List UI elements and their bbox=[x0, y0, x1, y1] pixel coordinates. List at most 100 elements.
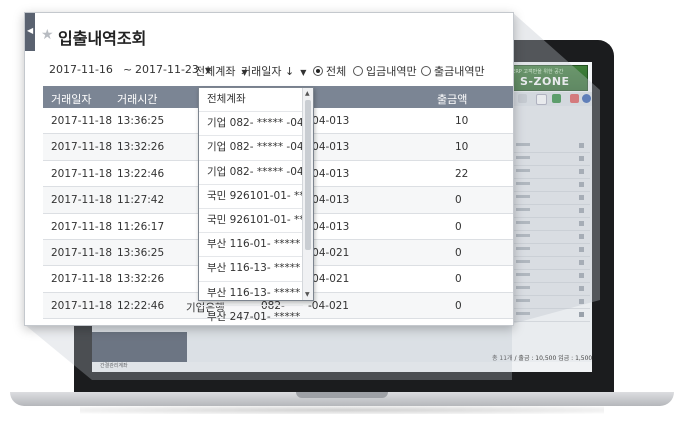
chevron-left-icon: ◀ bbox=[27, 26, 34, 35]
footer-label: 간결관리계좌 bbox=[100, 363, 128, 369]
dropdown-item[interactable]: 부산 116-13- ***** bbox=[199, 257, 303, 282]
radio-withdraw-label: 출금내역만 bbox=[434, 65, 485, 78]
s-zone-banner[interactable]: SERP 고객만을 위한 공간 S-ZONE bbox=[504, 65, 588, 91]
radio-all[interactable]: 전체 bbox=[313, 63, 346, 79]
row-action-icon bbox=[579, 208, 584, 213]
screen-toolbar bbox=[504, 92, 592, 106]
placeholder-bar bbox=[516, 195, 530, 198]
row-action-icon bbox=[579, 143, 584, 148]
page-title: 입출내역조회 bbox=[58, 29, 147, 48]
row-action-icon bbox=[579, 182, 584, 187]
row-action-icon bbox=[579, 286, 584, 291]
cell-time: 13:36:25 bbox=[117, 115, 165, 127]
row-action-icon bbox=[579, 221, 584, 226]
radio-deposit-label: 입금내역만 bbox=[366, 65, 417, 78]
dropdown-item[interactable]: 국민 926101-01- ***** bbox=[199, 209, 303, 234]
cell-withdrawal: 0 bbox=[455, 246, 462, 259]
dropdown-item[interactable]: 국민 926101-01- ***** bbox=[199, 185, 303, 209]
row-action-icon bbox=[579, 312, 584, 317]
column-header-withdrawal: 출금액 bbox=[437, 93, 468, 106]
screen-list-item bbox=[512, 179, 590, 192]
cell-withdrawal: 0 bbox=[455, 273, 462, 286]
sort-select[interactable]: 거래일자 ↓ ▼ bbox=[241, 63, 306, 79]
radio-all-label: 전체 bbox=[326, 65, 347, 78]
screen-status-text: 총 11개 / 출금 : 10,500 입금 : 1,500 bbox=[492, 355, 592, 362]
account-dropdown-list[interactable]: 전체계좌기업 082- ***** -04-013기업 082- ***** -… bbox=[198, 87, 314, 323]
cell-time: 13:32:26 bbox=[117, 273, 165, 286]
scrollbar-thumb[interactable] bbox=[305, 100, 311, 250]
filter-bar: 2017-11-16 ~ 2017-11-23 ▼ 전체계좌 ▼ 거래일자 ↓ ▼ 전… bbox=[25, 63, 513, 83]
screen-list-item bbox=[512, 270, 590, 283]
cell-account: -04-021 bbox=[308, 299, 349, 312]
row-action-icon bbox=[579, 273, 584, 278]
cell-date: 2017-11-18 bbox=[51, 167, 113, 180]
screen-footer: 간결관리계좌 bbox=[92, 362, 592, 372]
cell-time: 12:22:46 bbox=[117, 299, 165, 312]
cell-withdrawal: 10 bbox=[455, 141, 469, 154]
search-icon[interactable] bbox=[536, 94, 547, 105]
cell-withdrawal: 0 bbox=[455, 299, 462, 312]
screen-list-item bbox=[512, 192, 590, 205]
favorite-star-icon[interactable]: ★ bbox=[41, 27, 54, 43]
screen-list-item bbox=[512, 218, 590, 231]
date-range-separator: ~ bbox=[123, 63, 133, 76]
dropdown-item[interactable]: 부산 247-01- ***** bbox=[199, 306, 303, 325]
placeholder-bar bbox=[516, 247, 530, 250]
dropdown-scrollbar[interactable]: ▲ ▼ bbox=[302, 88, 313, 300]
radio-icon bbox=[353, 66, 363, 76]
placeholder-bar bbox=[516, 143, 530, 146]
cell-time: 11:26:17 bbox=[117, 220, 165, 233]
screen-list-item bbox=[512, 231, 590, 244]
row-action-icon bbox=[579, 234, 584, 239]
cell-date: 2017-11-18 bbox=[51, 246, 113, 259]
scroll-up-icon[interactable]: ▲ bbox=[305, 90, 310, 97]
laptop-notch bbox=[296, 392, 388, 398]
chevron-down-icon: ▼ bbox=[300, 68, 307, 77]
cell-date: 2017-11-18 bbox=[51, 141, 113, 154]
screen-list-item bbox=[512, 140, 590, 153]
transaction-panel: ◀ ★ 입출내역조회 2017-11-16 ~ 2017-11-23 ▼ 전체계좌… bbox=[24, 12, 514, 326]
cell-date: 2017-11-18 bbox=[51, 273, 113, 286]
screen-list bbox=[512, 140, 590, 322]
radio-deposit[interactable]: 입금내역만 bbox=[353, 63, 417, 79]
cell-withdrawal: 0 bbox=[455, 220, 462, 233]
account-select[interactable]: 전체계좌 ▼ bbox=[195, 63, 248, 79]
laptop-shadow bbox=[80, 406, 604, 414]
row-action-icon bbox=[579, 260, 584, 265]
screen-list-item bbox=[512, 244, 590, 257]
screen-list-item bbox=[512, 283, 590, 296]
dropdown-item[interactable]: 기업 082- ***** -04-013 bbox=[199, 112, 303, 137]
toolbar-button-icon[interactable] bbox=[518, 94, 527, 103]
dropdown-item[interactable]: 부산 116-01- ***** bbox=[199, 233, 303, 258]
placeholder-bar bbox=[516, 299, 530, 302]
placeholder-bar bbox=[516, 286, 530, 289]
placeholder-bar bbox=[516, 273, 530, 276]
screen-list-item bbox=[512, 166, 590, 179]
placeholder-bar bbox=[516, 156, 530, 159]
dropdown-item[interactable]: 부산 116-13- ***** bbox=[199, 282, 303, 306]
banner-title: S-ZONE bbox=[520, 75, 570, 88]
column-header-time: 거래시간 bbox=[117, 93, 158, 106]
row-action-icon bbox=[579, 169, 584, 174]
radio-withdraw[interactable]: 출금내역만 bbox=[421, 63, 485, 79]
dropdown-item[interactable]: 기업 082- ***** -04-038 bbox=[199, 161, 303, 185]
excel-icon[interactable] bbox=[552, 94, 561, 103]
row-action-icon bbox=[579, 195, 584, 200]
screen-list-item bbox=[512, 257, 590, 270]
screen-list-item bbox=[512, 205, 590, 218]
screen-list-item bbox=[512, 309, 590, 322]
cell-date: 2017-11-18 bbox=[51, 299, 113, 312]
start-date-input[interactable]: 2017-11-16 bbox=[49, 63, 113, 76]
calendar-icon[interactable] bbox=[570, 94, 579, 103]
row-action-icon bbox=[579, 156, 584, 161]
cell-withdrawal: 10 bbox=[455, 115, 469, 127]
cell-date: 2017-11-18 bbox=[51, 115, 113, 127]
scroll-down-icon[interactable]: ▼ bbox=[305, 291, 310, 298]
dropdown-item[interactable]: 기업 082- ***** -04-021 bbox=[199, 136, 303, 161]
dropdown-item[interactable]: 전체계좌 bbox=[199, 88, 303, 113]
print-icon[interactable] bbox=[582, 94, 591, 103]
radio-icon bbox=[421, 66, 431, 76]
cell-date: 2017-11-18 bbox=[51, 220, 113, 233]
end-date-text: 2017-11-23 bbox=[135, 63, 199, 76]
panel-collapse-tab[interactable]: ◀ bbox=[25, 13, 35, 51]
